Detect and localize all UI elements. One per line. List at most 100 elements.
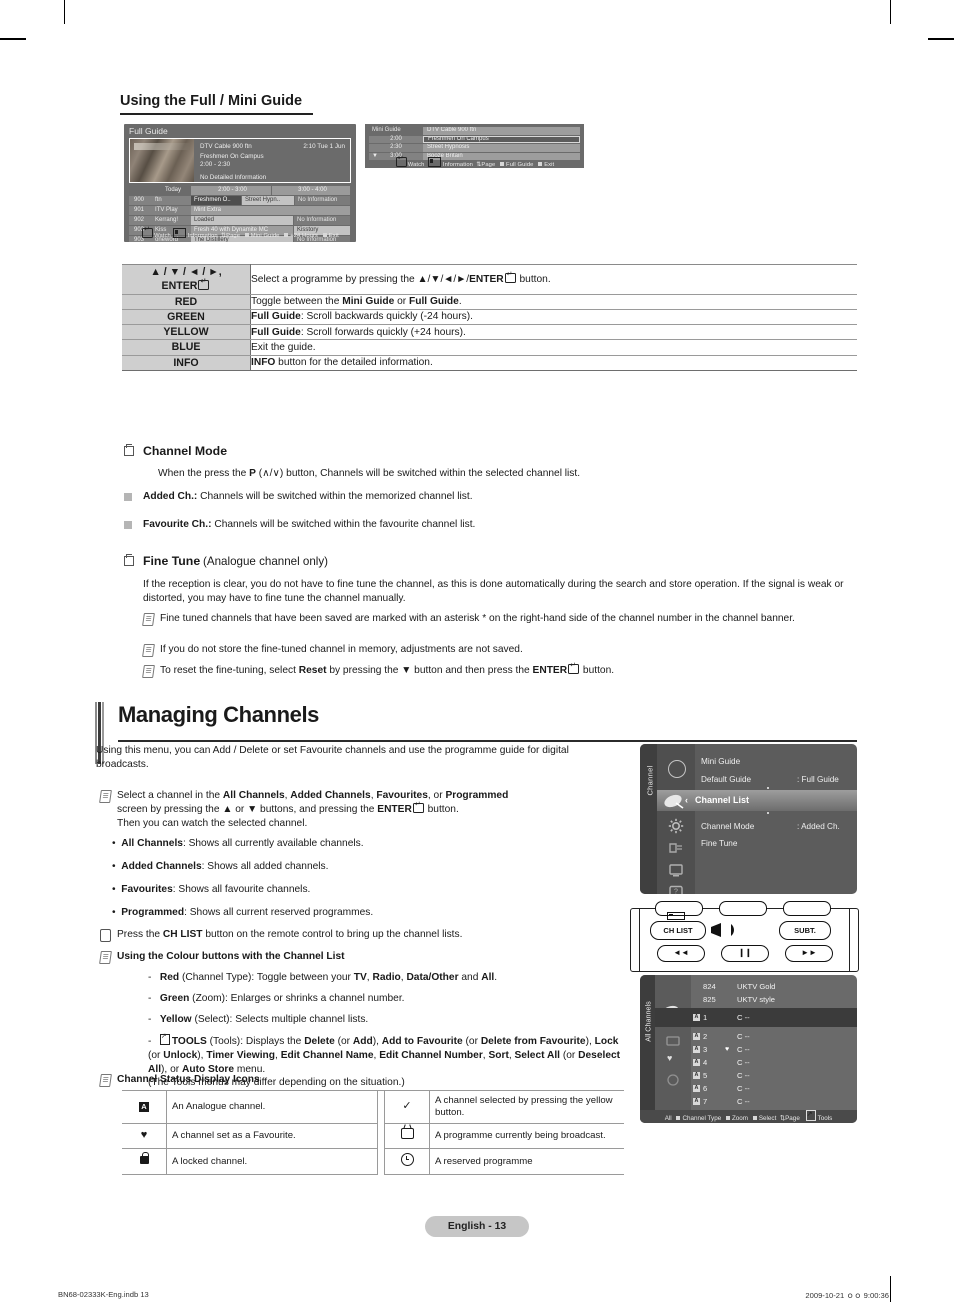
analogue-a-icon: A <box>139 1102 149 1113</box>
row-prog-1[interactable]: Freshmen O.. <box>191 196 241 205</box>
remote-key-upper-right[interactable] <box>783 901 831 916</box>
icon-text-check: A channel selected by pressing the yello… <box>429 1090 624 1124</box>
menu-item-label: Channel Mode <box>701 822 755 831</box>
grid-row[interactable]: 900 ftn Freshmen O.. Street Hypn.. No In… <box>129 196 351 205</box>
grid-row[interactable]: 901 ITV Play Mint Extra <box>129 206 351 215</box>
footer-page[interactable]: Page <box>481 162 495 168</box>
input-icon[interactable] <box>668 840 684 856</box>
tv-type-icon[interactable] <box>666 1033 680 1051</box>
footer-zoom[interactable]: Zoom <box>732 1115 748 1122</box>
added-ch-text: Channels will be switched within the mem… <box>197 491 473 502</box>
row-prog-2[interactable]: Street Hypn.. <box>242 196 294 205</box>
select-tail: Then you can watch the selected channel. <box>117 817 308 829</box>
table-row: RED Toggle between the Mini Guide or Ful… <box>122 294 857 310</box>
list-item[interactable]: 824 UKTV Gold <box>691 980 857 993</box>
enter-icon <box>395 155 407 167</box>
desc-cell-red: Toggle between the Mini Guide or Full Gu… <box>250 294 857 310</box>
footer-information[interactable]: Information <box>443 162 473 168</box>
row-prog-1[interactable]: Mint Extra <box>191 206 350 215</box>
chlist-footer: All Channel Type Zoom Select ⇅Page Tools <box>640 1108 857 1123</box>
ch-list-button[interactable]: CH LIST <box>650 921 706 940</box>
enter-icon <box>198 278 210 291</box>
table-row: ▲ / ▼ / ◄ / ►, ENTER Select a programme … <box>122 264 857 295</box>
key-cell-blue: BLUE <box>122 339 251 356</box>
colour-buttons-heading: Using the Colour buttons with the Channe… <box>117 951 345 962</box>
subt-button[interactable]: SUBT. <box>779 921 831 940</box>
key-cell-info: INFO <box>122 355 251 371</box>
list-item[interactable]: 825 UKTV style <box>691 993 857 1006</box>
colour-item-red: - Red (Channel Type): Toggle between you… <box>148 972 498 983</box>
bullet-text: : Shows all added channels. <box>201 861 329 872</box>
tools-icon <box>805 1108 816 1121</box>
rewind-button[interactable]: ◄◄ <box>657 945 705 962</box>
footer-mini-guide[interactable]: Mini Guide <box>251 233 280 239</box>
mini-guide-screenshot: Mini Guide DTV Cable 900 ftn 2:00 Freshm… <box>365 124 584 168</box>
row-prog-3[interactable]: No Information <box>294 216 350 225</box>
mini-guide-row[interactable]: 2:00 Freshmen On Campus <box>369 135 580 143</box>
lock-icon <box>666 1073 680 1092</box>
footer-watch[interactable]: Watch <box>408 162 425 168</box>
footer-exit[interactable]: Exit <box>544 162 554 168</box>
footer-select[interactable]: Select <box>759 1115 777 1122</box>
satellite-dish-icon <box>662 794 688 810</box>
footer-channel-type[interactable]: Channel Type <box>682 1115 721 1122</box>
yellow-button-icon <box>752 1115 757 1120</box>
list-item[interactable]: A 7 C -- <box>691 1095 857 1108</box>
pause-button[interactable]: ❙❙ <box>721 945 769 962</box>
square-bullet-icon <box>124 444 134 456</box>
footer-tools[interactable]: Tools <box>818 1115 833 1122</box>
menu-item-default-guide[interactable]: Default Guide : Full Guide <box>701 772 851 787</box>
row-number: 824 <box>703 982 716 991</box>
picture-icon[interactable] <box>668 760 686 778</box>
list-item[interactable]: A 6 C -- <box>691 1082 857 1095</box>
list-item[interactable]: A 4 C -- <box>691 1056 857 1069</box>
setup-gear-icon[interactable] <box>668 818 684 834</box>
footer-information[interactable]: Information <box>188 233 218 239</box>
row-prog-1[interactable]: Loaded <box>191 216 293 225</box>
footer-all[interactable]: All <box>665 1115 672 1122</box>
footer-page[interactable]: Page <box>226 233 240 239</box>
lock-icon <box>139 1151 149 1164</box>
bullet-added-channels: • Added Channels: Shows all added channe… <box>112 860 622 874</box>
list-item[interactable]: A 5 C -- <box>691 1069 857 1082</box>
select-post: button. <box>424 803 459 815</box>
menu-separator-dot <box>767 787 769 789</box>
list-item[interactable]: A 3 ♥ C -- <box>691 1043 857 1056</box>
footer-watch[interactable]: Watch <box>154 233 171 239</box>
subt-button-label: SUBT. <box>794 926 816 935</box>
icon-text-heart: A channel set as a Favourite. <box>166 1123 378 1149</box>
footer-full-guide[interactable]: Full Guide <box>506 162 533 168</box>
arrow-keys-label: ▲ / ▼ / ◄ / ►, <box>150 266 222 278</box>
remote-key-upper-mid[interactable] <box>719 901 767 916</box>
list-item[interactable]: A 2 C -- <box>691 1030 857 1043</box>
row-programme[interactable]: Street Hypnosis <box>423 144 580 152</box>
menu-body: Mini Guide Default Guide : Full Guide Ch… <box>695 744 857 894</box>
full-guide-info-panel: DTV Cable 900 ftn 2:10 Tue 1 Jun Freshme… <box>129 138 351 183</box>
menu-item-value: : Added Ch. <box>797 822 840 831</box>
fast-forward-button[interactable]: ►► <box>785 945 833 962</box>
menu-item-mini-guide[interactable]: Mini Guide <box>701 754 851 769</box>
channel-menu-screenshot: Channel ? Mini Guide Default Guide : Ful… <box>640 744 857 894</box>
ch-list-button-label: CH LIST <box>663 926 693 935</box>
channel-mode-block: Channel Mode When the press the P (∧/∨) … <box>124 443 855 481</box>
mini-guide-row[interactable]: 2:30 Street Hypnosis <box>369 144 580 152</box>
menu-icon-column: ? <box>657 744 695 894</box>
menu-selected-item-channel-list[interactable]: ‹ Channel List <box>685 790 749 811</box>
remote-control-diagram: CH LIST SUBT. ◄◄ ❙❙ ►► <box>630 901 859 972</box>
row-programme[interactable]: Freshmen On Campus <box>423 135 580 143</box>
row-time: 2:00 <box>369 135 423 143</box>
icon-text-lock: A locked channel. <box>166 1148 378 1176</box>
note-post: button on the remote control to bring up… <box>202 929 463 940</box>
footer-plus24[interactable]: +24 Hours <box>290 233 318 239</box>
footer-page[interactable]: Page <box>785 1115 800 1122</box>
menu-item-channel-mode[interactable]: Channel Mode : Added Ch. <box>701 819 851 834</box>
row-name: C -- <box>737 1084 750 1093</box>
footer-exit[interactable]: Exit <box>329 233 339 239</box>
menu-item-fine-tune[interactable]: Fine Tune <box>701 836 851 851</box>
table-divider <box>377 1148 385 1175</box>
grid-row[interactable]: 902 Kerrang! Loaded No Information <box>129 216 351 225</box>
application-icon[interactable] <box>668 862 684 878</box>
support-help-icon[interactable]: ? <box>668 884 684 894</box>
row-prog-3[interactable]: No Information <box>295 196 350 205</box>
list-item-selected[interactable]: A 1 C -- <box>655 1008 857 1027</box>
